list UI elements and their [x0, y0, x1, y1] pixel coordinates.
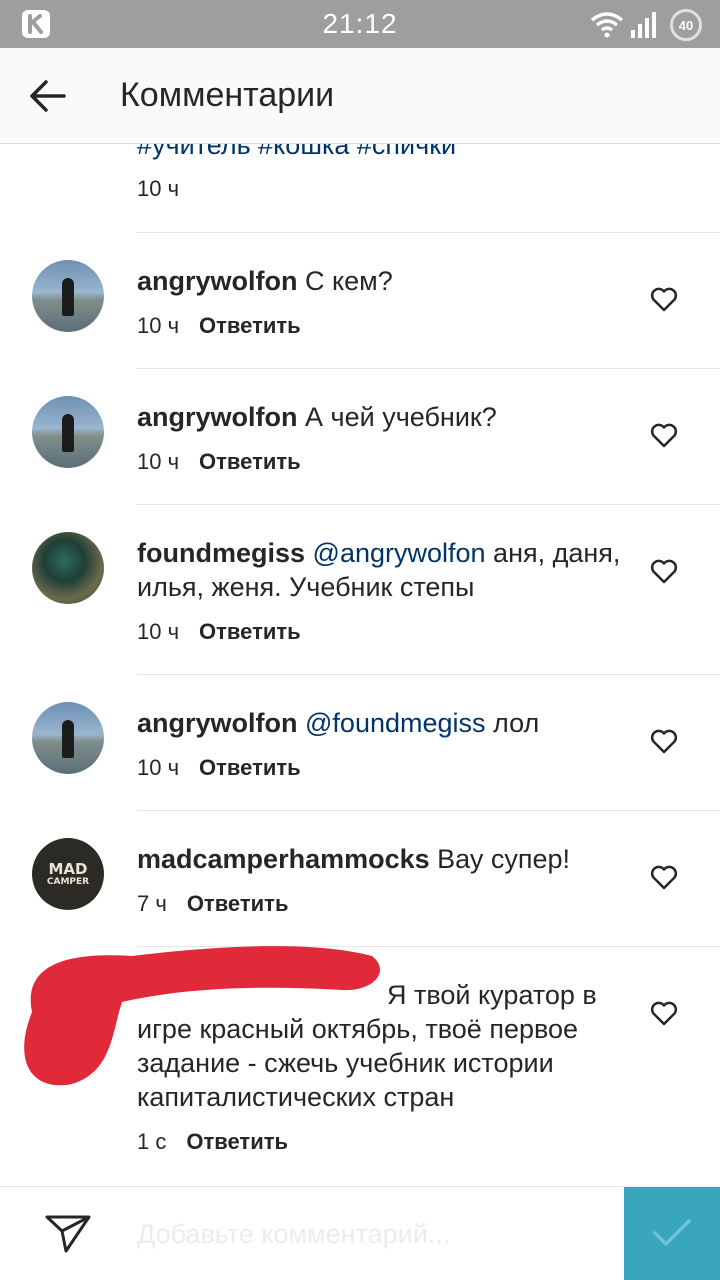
avatar[interactable]: [32, 532, 104, 604]
comment-meta: 10 ч Ответить: [137, 449, 301, 475]
reply-button[interactable]: Ответить: [199, 313, 301, 338]
comment-text: foundmegiss @angrywolfon аня, даня, илья…: [137, 536, 637, 604]
reply-button[interactable]: Ответить: [187, 891, 289, 916]
comment-item: angrywolfon А чей учебник? 10 ч Ответить: [0, 368, 720, 504]
reply-button[interactable]: Ответить: [186, 1129, 288, 1154]
avatar[interactable]: MAD CAMPER: [32, 838, 104, 910]
comment-message: Вау супер!: [437, 844, 571, 874]
avatar-logo: MAD CAMPER: [46, 859, 90, 887]
comment-mention[interactable]: @foundmegiss: [305, 708, 486, 738]
heart-icon[interactable]: [650, 728, 678, 754]
signal-icon: [631, 12, 656, 38]
caption-hashtags[interactable]: #учитель #кошка #спички: [137, 144, 456, 161]
battery-indicator: 40: [670, 9, 702, 41]
comment-text: madcamperhammocks Вау супер!: [137, 842, 637, 876]
back-arrow-icon[interactable]: [28, 78, 68, 114]
divider: [137, 810, 720, 811]
comments-list[interactable]: #учитель #кошка #спички 10 ч angrywolfon…: [0, 144, 720, 1186]
post-comment-button[interactable]: [624, 1187, 720, 1280]
comment-time: 1 с: [137, 1129, 167, 1154]
comment-message: А чей учебник?: [305, 402, 497, 432]
comment-username[interactable]: angrywolfon: [137, 402, 298, 432]
caption-tail: #учитель #кошка #спички 10 ч: [0, 144, 720, 232]
comment-username[interactable]: foundmegiss: [137, 538, 305, 568]
divider: [137, 504, 720, 505]
comment-text: angrywolfon А чей учебник?: [137, 400, 637, 434]
comment-message: лол: [493, 708, 540, 738]
comment-time: 10 ч: [137, 755, 180, 780]
comment-item: angrywolfon @foundmegiss лол 10 ч Ответит…: [0, 674, 720, 810]
redaction-scribble: [24, 946, 381, 1086]
comment-meta: 1 с Ответить: [137, 1129, 288, 1155]
comment-input[interactable]: [137, 1211, 607, 1257]
comment-username[interactable]: angrywolfon: [137, 266, 298, 296]
comment-time: 7 ч: [137, 891, 167, 916]
divider: [137, 232, 720, 233]
heart-icon[interactable]: [650, 864, 678, 890]
comment-username[interactable]: madcamperhammocks: [137, 844, 430, 874]
reply-button[interactable]: Ответить: [199, 755, 301, 780]
status-bar: 21:12 40: [0, 0, 720, 48]
comment-item: foundmegiss @angrywolfon аня, даня, илья…: [0, 504, 720, 674]
comment-meta: 10 ч Ответить: [137, 619, 301, 645]
page-title: Комментарии: [120, 76, 335, 114]
comment-item: MAD CAMPER madcamperhammocks Вау супер! …: [0, 810, 720, 946]
avatar[interactable]: [32, 702, 104, 774]
comment-username[interactable]: angrywolfon: [137, 708, 298, 738]
heart-icon[interactable]: [650, 1000, 678, 1026]
comment-time: 10 ч: [137, 313, 180, 338]
comment-meta: 10 ч Ответить: [137, 313, 301, 339]
comment-meta: 7 ч Ответить: [137, 891, 288, 917]
comment-meta: 10 ч Ответить: [137, 755, 301, 781]
direct-message-icon[interactable]: [44, 1211, 92, 1255]
divider: [137, 368, 720, 369]
heart-icon[interactable]: [650, 422, 678, 448]
avatar[interactable]: [32, 260, 104, 332]
heart-icon[interactable]: [650, 558, 678, 584]
reply-button[interactable]: Ответить: [199, 449, 301, 474]
comment-time: 10 ч: [137, 449, 180, 474]
comment-text: angrywolfon @foundmegiss лол: [137, 706, 637, 740]
avatar[interactable]: [32, 396, 104, 468]
divider: [137, 674, 720, 675]
header: Комментарии: [0, 48, 720, 144]
comment-mention[interactable]: @angrywolfon: [313, 538, 486, 568]
comment-message: С кем?: [305, 266, 393, 296]
heart-icon[interactable]: [650, 286, 678, 312]
caption-time: 10 ч: [137, 176, 180, 201]
checkmark-icon: [653, 1219, 691, 1246]
reply-button[interactable]: Ответить: [199, 619, 301, 644]
comment-text: angrywolfon С кем?: [137, 264, 637, 298]
comment-composer: [0, 1186, 720, 1280]
wifi-icon: [590, 12, 624, 38]
comment-item: angrywolfon С кем? 10 ч Ответить: [0, 232, 720, 368]
comment-time: 10 ч: [137, 619, 180, 644]
